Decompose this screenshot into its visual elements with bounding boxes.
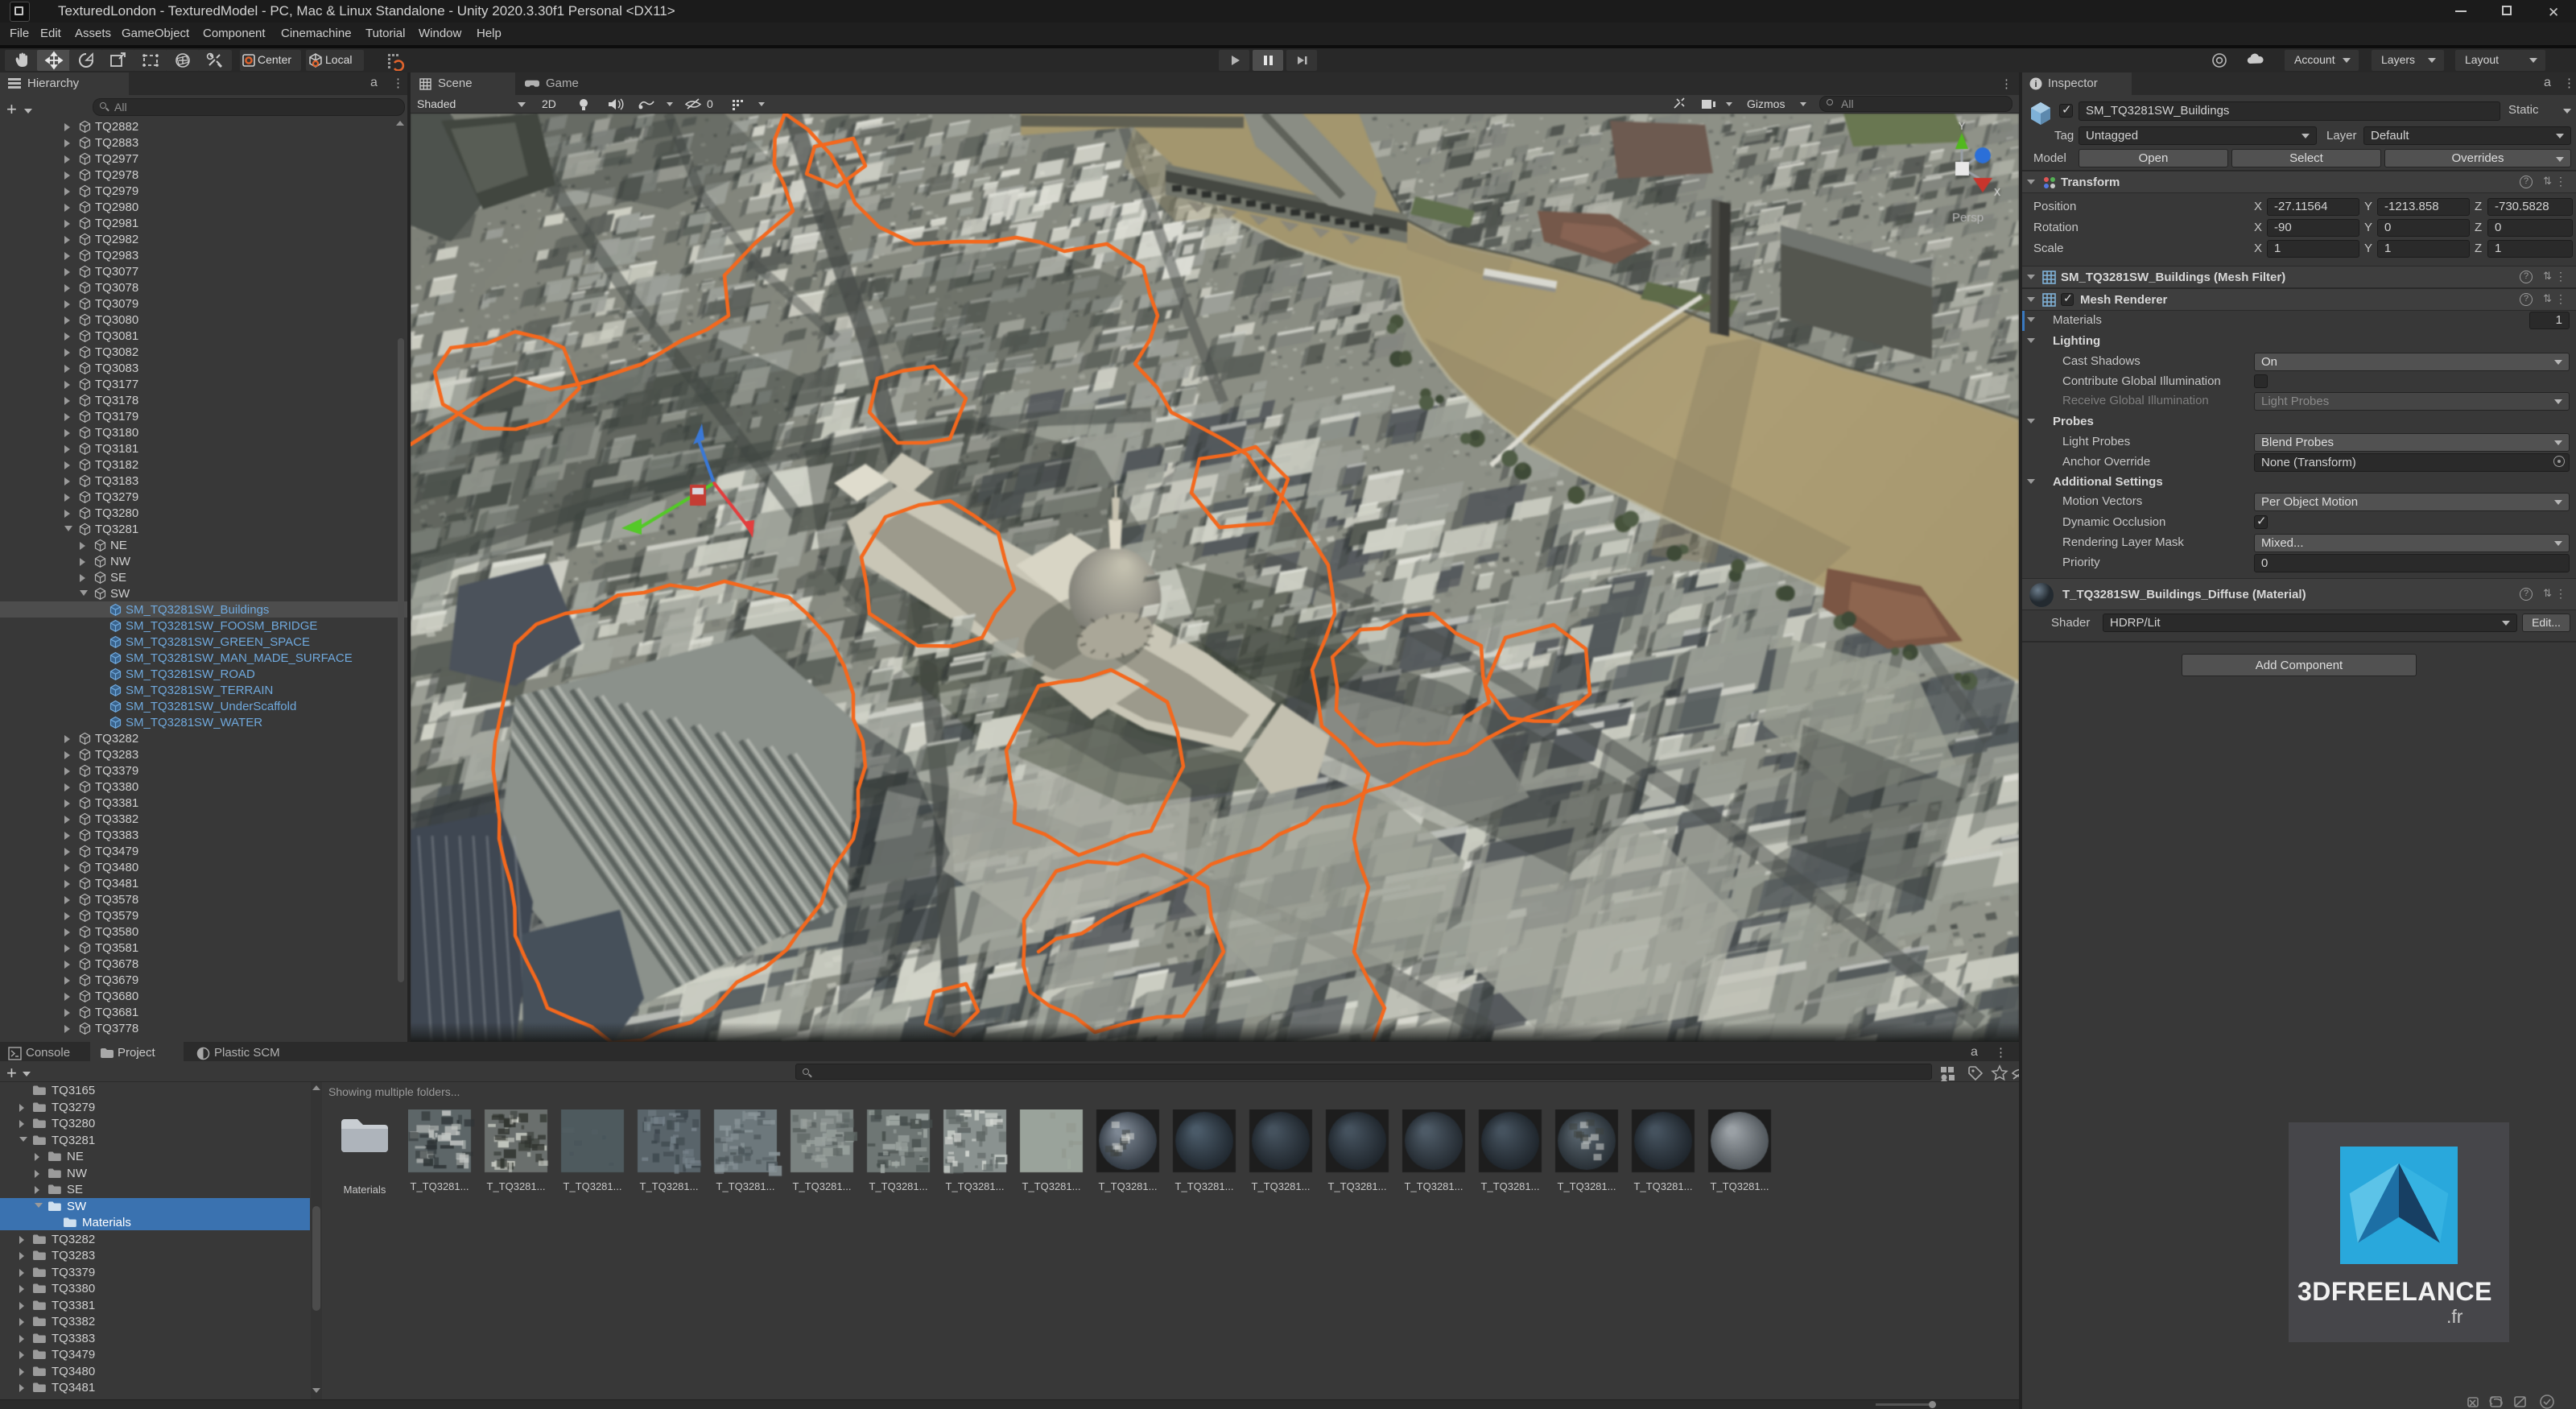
svg-text:i: i: [2034, 80, 2037, 89]
